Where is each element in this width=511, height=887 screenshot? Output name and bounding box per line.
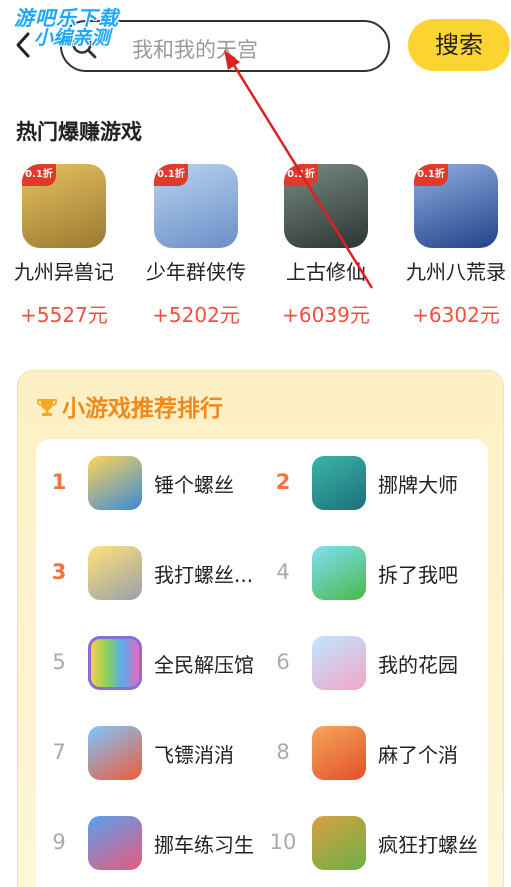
mini-game-name: 我打螺丝...	[154, 563, 254, 587]
game-icon	[88, 546, 142, 600]
mini-games-list: 1 锤个螺丝 2 挪牌大师 3 我打螺丝... 4 拆了我吧 5 全民解压馆 6	[36, 439, 488, 887]
mini-game-item[interactable]: 5 全民解压馆	[44, 636, 264, 692]
rank-number: 10	[269, 830, 297, 854]
search-button[interactable]: 搜索	[408, 19, 510, 71]
hot-game-reward: +5527元	[20, 303, 108, 327]
discount-badge: 0.1折	[284, 164, 318, 186]
game-icon: 0.1折	[154, 164, 238, 248]
hot-game-name: 上古修仙	[286, 260, 366, 284]
game-icon	[312, 636, 366, 690]
game-icon	[312, 816, 366, 870]
watermark-line1: 游吧乐下载	[14, 6, 119, 30]
mini-games-card: 小游戏推荐排行 1 锤个螺丝 2 挪牌大师 3 我打螺丝... 4 拆了我吧 5	[17, 370, 504, 887]
rank-number: 2	[275, 470, 291, 494]
mini-game-name: 麻了个消	[378, 743, 458, 767]
watermark: 游吧乐下载 小编亲测	[14, 8, 119, 49]
mini-game-name: 锤个螺丝	[154, 473, 234, 497]
rank-number: 4	[276, 560, 290, 584]
game-icon	[88, 456, 142, 510]
mini-game-name: 全民解压馆	[154, 653, 254, 677]
mini-game-item[interactable]: 10 疯狂打螺丝	[268, 816, 488, 872]
mini-game-name: 挪牌大师	[378, 473, 458, 497]
mini-game-item[interactable]: 8 麻了个消	[268, 726, 488, 782]
mini-game-name: 飞镖消消	[154, 743, 234, 767]
hot-game-reward: +6302元	[412, 303, 500, 327]
discount-badge: 0.1折	[154, 164, 188, 186]
hot-game-reward: +6039元	[282, 303, 370, 327]
rank-number: 7	[52, 740, 66, 764]
mini-game-item[interactable]: 2 挪牌大师	[268, 456, 488, 512]
mini-game-name: 我的花园	[378, 653, 458, 677]
hot-game-name: 少年群侠传	[146, 260, 246, 284]
hot-game-item[interactable]: 0.1折 九州异兽记 +5527元	[4, 164, 124, 328]
hot-game-item[interactable]: 0.1折 上古修仙 +6039元	[266, 164, 386, 328]
mini-game-item[interactable]: 1 锤个螺丝	[44, 456, 264, 512]
hot-games-title: 热门爆赚游戏	[16, 120, 142, 144]
mini-game-item[interactable]: 3 我打螺丝...	[44, 546, 264, 602]
trophy-icon	[36, 396, 58, 418]
mini-game-item[interactable]: 9 挪车练习生	[44, 816, 264, 872]
mini-game-name: 疯狂打螺丝	[378, 833, 478, 857]
game-icon	[88, 816, 142, 870]
watermark-line2: 小编亲测	[34, 27, 111, 49]
mini-game-item[interactable]: 4 拆了我吧	[268, 546, 488, 602]
rank-number: 9	[52, 830, 66, 854]
rank-number: 1	[51, 470, 67, 494]
game-icon: 0.1折	[414, 164, 498, 248]
game-icon: 0.1折	[284, 164, 368, 248]
rank-number: 5	[52, 650, 66, 674]
game-icon	[312, 726, 366, 780]
hot-game-item[interactable]: 0.1折 九州八荒录 +6302元	[396, 164, 511, 328]
mini-game-name: 挪车练习生	[154, 833, 254, 857]
rank-number: 6	[276, 650, 290, 674]
hot-game-name: 九州八荒录	[406, 260, 506, 284]
hot-game-reward: +5202元	[152, 303, 240, 327]
rank-number: 8	[276, 740, 290, 764]
game-icon	[88, 636, 142, 690]
game-icon: 0.1折	[22, 164, 106, 248]
mini-games-title: 小游戏推荐排行	[62, 396, 223, 422]
discount-badge: 0.1折	[22, 164, 56, 186]
mini-games-title-row: 小游戏推荐排行	[36, 389, 223, 423]
rank-number: 3	[51, 560, 67, 584]
mini-game-item[interactable]: 6 我的花园	[268, 636, 488, 692]
hot-game-name: 九州异兽记	[14, 260, 114, 284]
mini-game-item[interactable]: 7 飞镖消消	[44, 726, 264, 782]
game-icon	[312, 546, 366, 600]
hot-games-list: 0.1折 九州异兽记 +5527元 0.1折 少年群侠传 +5202元 0.1折…	[0, 164, 511, 327]
hot-game-item[interactable]: 0.1折 少年群侠传 +5202元	[136, 164, 256, 328]
game-icon	[312, 456, 366, 510]
mini-game-name: 拆了我吧	[378, 563, 458, 587]
search-placeholder: 我和我的天宫	[132, 38, 258, 62]
discount-badge: 0.1折	[414, 164, 448, 186]
game-icon	[88, 726, 142, 780]
